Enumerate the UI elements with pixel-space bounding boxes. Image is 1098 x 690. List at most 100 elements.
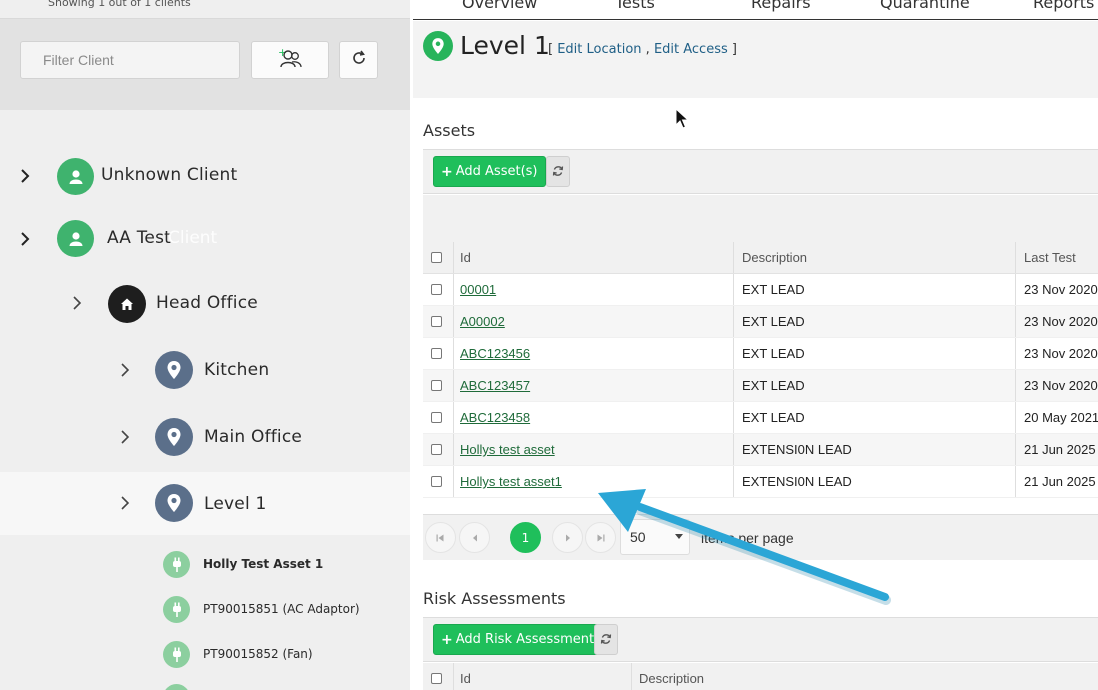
checkbox[interactable] xyxy=(431,252,442,263)
select-all-checkbox[interactable] xyxy=(431,242,442,273)
add-risk-assessment-button[interactable]: + Add Risk Assessment xyxy=(433,624,603,655)
last-page-button[interactable] xyxy=(585,522,616,553)
chevron-right-icon[interactable] xyxy=(118,493,132,513)
refresh-icon xyxy=(552,162,564,181)
column-header-id[interactable]: Id xyxy=(460,663,471,690)
tree-item-main-office[interactable]: Main Office xyxy=(0,417,410,459)
table-row[interactable]: Hollys test asset1 EXTENSI0N LEAD 21 Jun… xyxy=(423,466,1098,498)
add-assets-button[interactable]: + Add Asset(s) xyxy=(433,156,546,187)
add-client-button[interactable]: + xyxy=(251,41,329,79)
column-divider xyxy=(453,242,454,273)
asset-id-link[interactable]: A00002 xyxy=(460,314,505,329)
asset-id-link[interactable]: ABC123458 xyxy=(460,410,530,425)
add-assets-label: Add Asset(s) xyxy=(455,164,538,179)
prev-page-button[interactable] xyxy=(459,522,490,553)
row-checkbox[interactable] xyxy=(431,412,442,423)
asset-last-test: 21 Jun 2025 xyxy=(1024,442,1096,457)
tree-item-kitchen[interactable]: Kitchen xyxy=(0,350,410,392)
location-pin-icon xyxy=(155,484,193,522)
next-page-button[interactable] xyxy=(552,522,583,553)
edit-access-link[interactable]: Edit Access xyxy=(654,42,728,57)
tree-asset-item[interactable]: Holly Test Asset 1 xyxy=(0,550,410,580)
column-header-description[interactable]: Description xyxy=(742,242,807,273)
location-pin-icon xyxy=(155,351,193,389)
asset-last-test: 23 Nov 2020 xyxy=(1024,378,1098,393)
row-checkbox[interactable] xyxy=(431,284,442,295)
tree-item-aa-test[interactable]: AA Test Client xyxy=(0,218,410,260)
add-risk-label: Add Risk Assessment xyxy=(455,632,595,647)
asset-id-link[interactable]: 00001 xyxy=(460,282,496,297)
row-checkbox[interactable] xyxy=(431,348,442,359)
chevron-down-icon xyxy=(675,534,683,539)
asset-id-link[interactable]: ABC123456 xyxy=(460,346,530,361)
table-row[interactable]: A00002 EXT LEAD 23 Nov 2020 xyxy=(423,306,1098,338)
refresh-assets-button[interactable] xyxy=(546,156,570,187)
plug-icon xyxy=(163,641,190,668)
asset-description: EXT LEAD xyxy=(742,410,805,425)
table-row[interactable]: ABC123456 EXT LEAD 23 Nov 2020 xyxy=(423,338,1098,370)
tree-item-unknown-client[interactable]: Unknown Client xyxy=(0,155,410,197)
client-tree-panel: Showing 1 out of 1 clients + xyxy=(0,0,410,690)
edit-location-link[interactable]: Edit Location xyxy=(557,42,641,57)
bracket: [ xyxy=(548,42,554,57)
chevron-right-icon[interactable] xyxy=(18,166,32,186)
chevron-right-icon[interactable] xyxy=(70,293,84,313)
column-divider xyxy=(453,274,454,305)
select-all-checkbox[interactable] xyxy=(431,673,442,684)
svg-text:+: + xyxy=(278,47,287,59)
tab-repairs[interactable]: Repairs xyxy=(751,0,811,12)
asset-description: EXT LEAD xyxy=(742,282,805,297)
chevron-right-icon[interactable] xyxy=(18,229,32,249)
chevron-right-icon[interactable] xyxy=(118,360,132,380)
column-divider xyxy=(1015,306,1016,337)
page-size-select[interactable]: 50 xyxy=(620,519,690,555)
tree-asset-item[interactable]: PT90015851 (AC Adaptor) xyxy=(0,595,410,625)
page-button-current[interactable]: 1 xyxy=(510,522,541,553)
home-icon xyxy=(108,285,146,323)
person-icon xyxy=(57,158,94,195)
tree-item-level-1[interactable]: Level 1 xyxy=(0,472,410,535)
refresh-risk-button[interactable] xyxy=(594,624,618,655)
table-row[interactable]: ABC123457 EXT LEAD 23 Nov 2020 xyxy=(423,370,1098,402)
table-row[interactable]: Hollys test asset EXTENSI0N LEAD 21 Jun … xyxy=(423,434,1098,466)
row-checkbox[interactable] xyxy=(431,476,442,487)
table-row[interactable]: ABC123458 EXT LEAD 20 May 2021 xyxy=(423,402,1098,434)
tree-asset-item[interactable]: PT90015852 (Fan) xyxy=(0,640,410,670)
column-divider xyxy=(453,306,454,337)
refresh-clients-button[interactable] xyxy=(339,41,378,79)
bracket: ] xyxy=(731,42,737,57)
column-header-last-test[interactable]: Last Test xyxy=(1024,242,1076,273)
asset-id-link[interactable]: ABC123457 xyxy=(460,378,530,393)
asset-description: EXT LEAD xyxy=(742,378,805,393)
mouse-cursor-icon xyxy=(675,108,689,129)
asset-last-test: 23 Nov 2020 xyxy=(1024,314,1098,329)
location-actions: [ Edit Location , Edit Access ] xyxy=(548,42,737,57)
asset-id-link[interactable]: Hollys test asset1 xyxy=(460,474,562,489)
column-header-description[interactable]: Description xyxy=(639,663,704,690)
clients-count-text: Showing 1 out of 1 clients xyxy=(48,0,191,9)
column-divider xyxy=(733,274,734,305)
asset-item-label: Holly Test Asset 1 xyxy=(203,557,324,571)
first-page-button[interactable] xyxy=(425,522,456,553)
table-row[interactable]: 00001 EXT LEAD 23 Nov 2020 xyxy=(423,274,1098,306)
row-checkbox[interactable] xyxy=(431,380,442,391)
plug-icon xyxy=(163,551,190,578)
page-title: Level 1 xyxy=(460,31,550,60)
column-divider xyxy=(1015,274,1016,305)
tree-item-head-office[interactable]: Head Office xyxy=(0,283,410,325)
location-pin-icon xyxy=(423,31,453,61)
tab-overview[interactable]: Overview xyxy=(462,0,537,12)
tab-reports[interactable]: Reports xyxy=(1033,0,1094,12)
filter-client-input[interactable] xyxy=(20,41,240,79)
tab-quarantine[interactable]: Quarantine xyxy=(880,0,970,12)
asset-description: EXTENSI0N LEAD xyxy=(742,442,852,457)
tree-item-label: AA Test xyxy=(107,228,172,248)
row-checkbox[interactable] xyxy=(431,316,442,327)
row-checkbox[interactable] xyxy=(431,444,442,455)
grid-group-panel xyxy=(423,195,1098,242)
asset-id-link[interactable]: Hollys test asset xyxy=(460,442,555,457)
column-header-id[interactable]: Id xyxy=(460,242,471,273)
tab-tests[interactable]: Tests xyxy=(615,0,655,12)
chevron-right-icon[interactable] xyxy=(118,427,132,447)
column-divider xyxy=(453,338,454,369)
